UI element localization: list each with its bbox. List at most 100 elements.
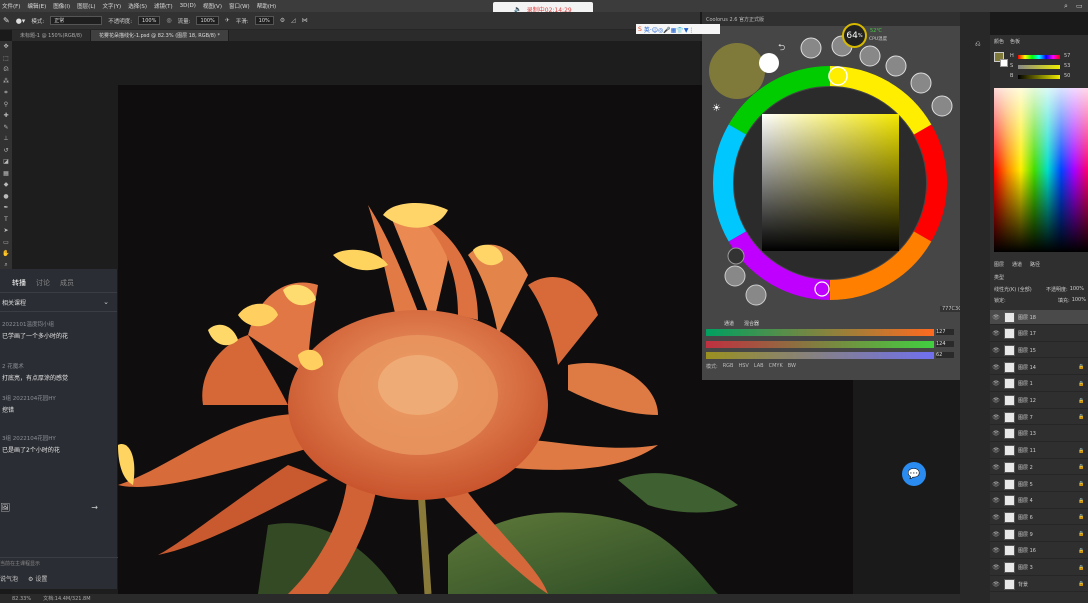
tab-layers[interactable]: 图层 <box>994 261 1004 268</box>
layer-row[interactable]: 👁 图层 6 🔒 <box>990 510 1088 526</box>
b-value[interactable]: 50 <box>1064 73 1070 79</box>
mode-lab[interactable]: LAB <box>754 363 764 370</box>
blend-mode-select[interactable]: 线性光(K) (全部) <box>994 286 1032 293</box>
eye-icon[interactable]: 👁 <box>990 347 1002 354</box>
eye-icon[interactable]: 👁 <box>990 380 1002 387</box>
tab-channels[interactable]: 通道 <box>724 320 734 327</box>
flow-field[interactable]: 100% <box>196 16 219 25</box>
slider-green[interactable] <box>706 341 934 348</box>
layer-row[interactable]: 👁 图层 1 🔒 <box>990 377 1088 392</box>
eye-icon[interactable]: 👁 <box>990 564 1002 571</box>
dodge-tool-icon[interactable]: ● <box>0 191 12 203</box>
mode-bw[interactable]: BW <box>788 363 796 370</box>
eye-icon[interactable]: 👁 <box>990 314 1002 321</box>
settings-icon[interactable]: ⚙ <box>280 17 285 24</box>
menu-help[interactable]: 帮助(H) <box>257 2 276 10</box>
menu-view[interactable]: 视图(V) <box>203 2 222 10</box>
tab-channels[interactable]: 通道 <box>1012 261 1022 268</box>
path-select-icon[interactable]: ➤ <box>0 225 12 237</box>
layer-row[interactable]: 👁 图层 16 🔒 <box>990 544 1088 559</box>
layer-opacity-value[interactable]: 100% <box>1070 286 1084 293</box>
type-tool-icon[interactable]: T <box>0 214 12 226</box>
eye-icon[interactable]: 👁 <box>990 364 1002 371</box>
layer-row[interactable]: 👁 图层 12 🔒 <box>990 394 1088 409</box>
b-slider[interactable] <box>1018 75 1060 79</box>
tab-untitled[interactable]: 未标题-1 @ 150%(RGB/8) <box>12 30 92 41</box>
gradient-tool-icon[interactable]: ▦ <box>0 168 12 180</box>
eye-icon[interactable]: 👁 <box>990 447 1002 454</box>
shape-tool-icon[interactable]: ▭ <box>0 237 12 249</box>
layer-row[interactable]: 👁 图层 14 🔒 <box>990 360 1088 376</box>
menu-layer[interactable]: 图层(L) <box>77 2 95 10</box>
smooth-field[interactable]: 10% <box>254 16 274 25</box>
mode-hsv[interactable]: HSV <box>738 363 748 370</box>
hand-tool-icon[interactable]: ✋ <box>0 248 12 260</box>
history-brush-icon[interactable]: ↺ <box>0 145 12 157</box>
crop-tool-icon[interactable]: ⌗ <box>0 87 12 99</box>
brush-preset-icon[interactable]: ●▾ <box>16 17 26 25</box>
opacity-field[interactable]: 100% <box>138 16 161 25</box>
chat-settings-button[interactable]: ⚙ 设置 <box>28 574 47 583</box>
history-icon[interactable]: ⎌ <box>975 40 981 49</box>
magic-wand-icon[interactable]: ⁂ <box>0 76 12 88</box>
current-color-swatch[interactable] <box>709 43 765 99</box>
slider-red[interactable] <box>706 329 934 336</box>
layer-row[interactable]: 👁 图层 7 🔒 <box>990 410 1088 426</box>
eyedropper-icon[interactable]: ⚲ <box>0 99 12 111</box>
healing-brush-icon[interactable]: ✚ <box>0 110 12 122</box>
workspace-icon[interactable]: ▭ <box>1076 2 1083 10</box>
color-wheel[interactable] <box>702 26 960 316</box>
value-3[interactable]: 62 <box>936 352 954 358</box>
zoom-level[interactable]: 82.33% <box>12 596 31 602</box>
ime-mode-icon[interactable]: 英·☺◎🎤▦👕▼⋮ <box>644 25 695 34</box>
eye-icon[interactable]: 👁 <box>990 414 1002 421</box>
layer-row[interactable]: 👁 图层 4 🔒 <box>990 494 1088 509</box>
tab-mixer[interactable]: 混合器 <box>744 320 759 327</box>
layer-row[interactable]: 👁 图层 2 🔒 <box>990 460 1088 476</box>
move-tool-icon[interactable]: ✥ <box>0 41 12 53</box>
tab-swatches[interactable]: 色板 <box>1010 38 1020 45</box>
eye-icon[interactable]: 👁 <box>990 481 1002 488</box>
layer-row[interactable]: 👁 图层 11 🔒 <box>990 444 1088 459</box>
eye-icon[interactable]: 👁 <box>990 430 1002 437</box>
layer-row[interactable]: 👁 图层 13 <box>990 427 1088 442</box>
brush-icon[interactable]: ✎ <box>3 16 10 25</box>
swap-colors-icon[interactable]: ⮌ <box>778 40 785 56</box>
layer-row[interactable]: 👁 图层 3 🔒 <box>990 561 1088 576</box>
h-value[interactable]: 57 <box>1064 53 1070 59</box>
sun-icon[interactable]: ☀ <box>712 103 721 114</box>
symmetry-icon[interactable]: ⋈ <box>302 17 308 24</box>
eye-icon[interactable]: 👁 <box>990 581 1002 588</box>
airbrush-icon[interactable]: ✈ <box>225 17 230 24</box>
value-2[interactable]: 124 <box>936 341 954 347</box>
search-icon[interactable]: ⌕ <box>1064 2 1068 11</box>
layer-row[interactable]: 👁 图层 18 <box>990 310 1088 325</box>
eye-icon[interactable]: 👁 <box>990 497 1002 504</box>
menu-window[interactable]: 窗口(W) <box>229 2 250 10</box>
angle-icon[interactable]: ◿ <box>291 17 296 24</box>
tab-color[interactable]: 颜色 <box>994 38 1004 45</box>
menu-type[interactable]: 文字(Y) <box>103 2 122 10</box>
layer-row[interactable]: 👁 图层 15 <box>990 343 1088 359</box>
send-arrow-icon[interactable]: → <box>91 503 98 512</box>
menu-filter[interactable]: 滤镜(T) <box>154 2 173 10</box>
s-value[interactable]: 53 <box>1064 63 1070 69</box>
tab-discussion[interactable]: 讨论 <box>36 278 50 292</box>
tab-members[interactable]: 成员 <box>60 278 74 292</box>
eye-icon[interactable]: 👁 <box>990 330 1002 337</box>
layer-row[interactable]: 👁 图层 17 <box>990 327 1088 342</box>
chevron-down-icon[interactable]: ⌄ <box>103 298 109 307</box>
brush-tool-icon[interactable]: ✎ <box>0 122 12 134</box>
layer-filter-kind[interactable]: 类型 <box>994 274 1004 281</box>
menu-3d[interactable]: 3D(D) <box>180 3 196 9</box>
eye-icon[interactable]: 👁 <box>990 514 1002 521</box>
tab-active-document[interactable]: 花雾花朵描线化-1.psd @ 82.3% (图层 18, RGB/8) * <box>91 30 229 41</box>
slider-blue[interactable] <box>706 352 934 359</box>
menu-image[interactable]: 图像(I) <box>53 2 70 10</box>
bubble-toggle[interactable]: 说气泡 <box>0 574 18 583</box>
mode-cmyk[interactable]: CMYK <box>769 363 783 370</box>
eraser-icon[interactable]: ◪ <box>0 156 12 168</box>
h-slider[interactable] <box>1018 55 1060 59</box>
mode-rgb[interactable]: RGB <box>723 363 734 370</box>
layer-row[interactable]: 👁 图层 9 🔒 <box>990 527 1088 543</box>
